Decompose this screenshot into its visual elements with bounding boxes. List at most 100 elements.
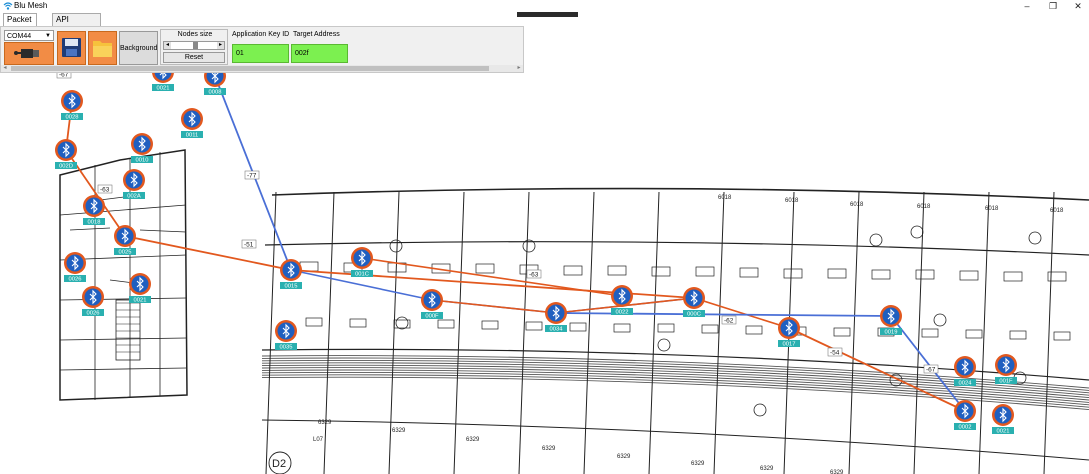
floorplan-divider: [323, 191, 335, 474]
node-label: 0034: [550, 327, 564, 333]
connect-button[interactable]: [4, 42, 54, 65]
node-label: 0024: [959, 381, 973, 387]
mesh-node[interactable]: 0011: [181, 108, 203, 139]
floorplan-label: 6018: [718, 195, 732, 201]
nodes-size-label: Nodes size: [177, 31, 213, 38]
mesh-node[interactable]: 0026: [82, 286, 104, 317]
toolbar: COM44 ▼ Background Nodes size ◂ ▸ Reset: [0, 26, 524, 73]
mesh-link: [555, 312, 892, 317]
link-label-text: -54: [830, 350, 840, 357]
floorplan-label: 6018: [1050, 208, 1064, 214]
floorplan-label: 6329: [760, 466, 774, 472]
link-rssi-label: -54: [827, 347, 843, 357]
mesh-node[interactable]: 0002: [954, 400, 976, 431]
mesh-node[interactable]: 0019: [880, 305, 902, 336]
link-label-text: -62: [724, 318, 734, 325]
scrollbar-thumb[interactable]: [11, 66, 489, 71]
floorplan-fixture: [701, 324, 719, 334]
node-label: 0021: [157, 86, 170, 92]
node-label: 0026: [69, 277, 82, 283]
node-label: 0011: [186, 133, 198, 139]
floorplan-wall: [59, 367, 187, 371]
mesh-node[interactable]: 0018: [83, 195, 105, 226]
mesh-node[interactable]: 0028: [61, 90, 83, 121]
node-label: 002D: [59, 164, 73, 170]
node-label: 0010: [136, 158, 149, 164]
mesh-node[interactable]: 0017: [778, 317, 800, 348]
mesh-node[interactable]: 000C: [683, 287, 705, 318]
app-key-field[interactable]: 01: [232, 44, 289, 63]
app-key-label: Application Key ID: [232, 31, 290, 38]
floorplan-fixture: [651, 266, 671, 277]
mesh-link: [788, 327, 966, 412]
folder-icon: [93, 41, 112, 57]
mesh-node[interactable]: 0024: [954, 356, 976, 387]
floorplan-divider: [848, 191, 860, 474]
chevron-down-icon: ▼: [45, 33, 51, 39]
mesh-node[interactable]: 0021: [129, 273, 151, 304]
node-label: 0021: [997, 429, 1010, 435]
mesh-node[interactable]: 0021: [992, 404, 1014, 435]
target-address-field[interactable]: 002f: [291, 44, 348, 63]
slider-left-arrow-icon[interactable]: ◂: [164, 42, 171, 49]
floorplan-column: [910, 225, 924, 239]
floorplan-label: 6329: [617, 454, 631, 460]
floorplan-divider: [1043, 191, 1055, 474]
link-rssi-label: -63: [526, 269, 542, 279]
node-label: 0021: [134, 298, 147, 304]
floorplan-fixture: [475, 263, 495, 274]
scroll-right-arrow-icon[interactable]: ▸: [515, 65, 523, 72]
mesh-node[interactable]: 002A: [123, 169, 145, 200]
scroll-left-arrow-icon[interactable]: ◂: [1, 65, 9, 72]
link-label-text: -67: [926, 367, 936, 374]
floorplan-label: 6018: [917, 204, 931, 210]
save-button[interactable]: [57, 31, 86, 65]
floorplan-label: 6018: [850, 202, 864, 208]
tab-packet-tracing[interactable]: Packet Tracing: [3, 13, 38, 36]
floorplan-fixture: [525, 321, 543, 331]
floorplan-fixture: [1009, 330, 1027, 340]
mesh-node[interactable]: 000F: [421, 289, 443, 320]
floorplan-fixture: [695, 266, 715, 277]
floorplan-fixture: [569, 322, 587, 332]
floorplan-fixture: [607, 265, 627, 276]
mesh-node[interactable]: 0010: [131, 133, 153, 164]
mesh-node[interactable]: 002D: [55, 139, 77, 170]
horizontal-scrollbar[interactable]: ◂ ▸: [1, 65, 523, 72]
floorplan-fixture: [739, 267, 759, 278]
node-label: 001F: [999, 379, 1013, 385]
floorplan-fixture: [299, 261, 319, 272]
floorplan-column: [657, 338, 671, 352]
nodes-size-slider[interactable]: ◂ ▸: [163, 41, 225, 50]
node-label: 0026: [87, 311, 100, 317]
background-button[interactable]: Background: [119, 31, 158, 65]
open-folder-button[interactable]: [88, 31, 117, 65]
mesh-node[interactable]: 001C: [351, 247, 373, 278]
mesh-node[interactable]: 0022: [611, 285, 633, 316]
floorplan-fixture: [481, 320, 499, 330]
floorplan-divider: [518, 191, 530, 474]
node-label: 0015: [285, 284, 298, 290]
com-port-value: COM44: [7, 33, 32, 40]
floorplan-wall: [59, 337, 187, 341]
link-rssi-label: -62: [721, 315, 737, 325]
mesh-node[interactable]: 0015: [280, 259, 302, 290]
tab-api-commands[interactable]: API Commands: [52, 13, 101, 36]
node-label: 0017: [783, 342, 796, 348]
mesh-node[interactable]: 0034: [545, 302, 567, 333]
reset-button[interactable]: Reset: [163, 52, 225, 63]
floorplan-fixture: [1053, 331, 1071, 341]
floorplan-label: 6018: [985, 206, 999, 212]
slider-thumb[interactable]: [192, 42, 198, 49]
floorplan-column: [395, 316, 409, 330]
floorplan-fixture: [1003, 271, 1023, 282]
mesh-node[interactable]: 0035: [275, 320, 297, 351]
mesh-link: [124, 235, 292, 271]
mesh-node[interactable]: 0025: [114, 225, 136, 256]
slider-right-arrow-icon[interactable]: ▸: [217, 42, 224, 49]
floorplan-fixture: [921, 328, 939, 338]
com-port-select[interactable]: COM44 ▼: [4, 30, 54, 41]
floorplan-fixture: [783, 268, 803, 279]
mesh-node[interactable]: 001F: [995, 354, 1017, 385]
mesh-node[interactable]: 0026: [64, 252, 86, 283]
